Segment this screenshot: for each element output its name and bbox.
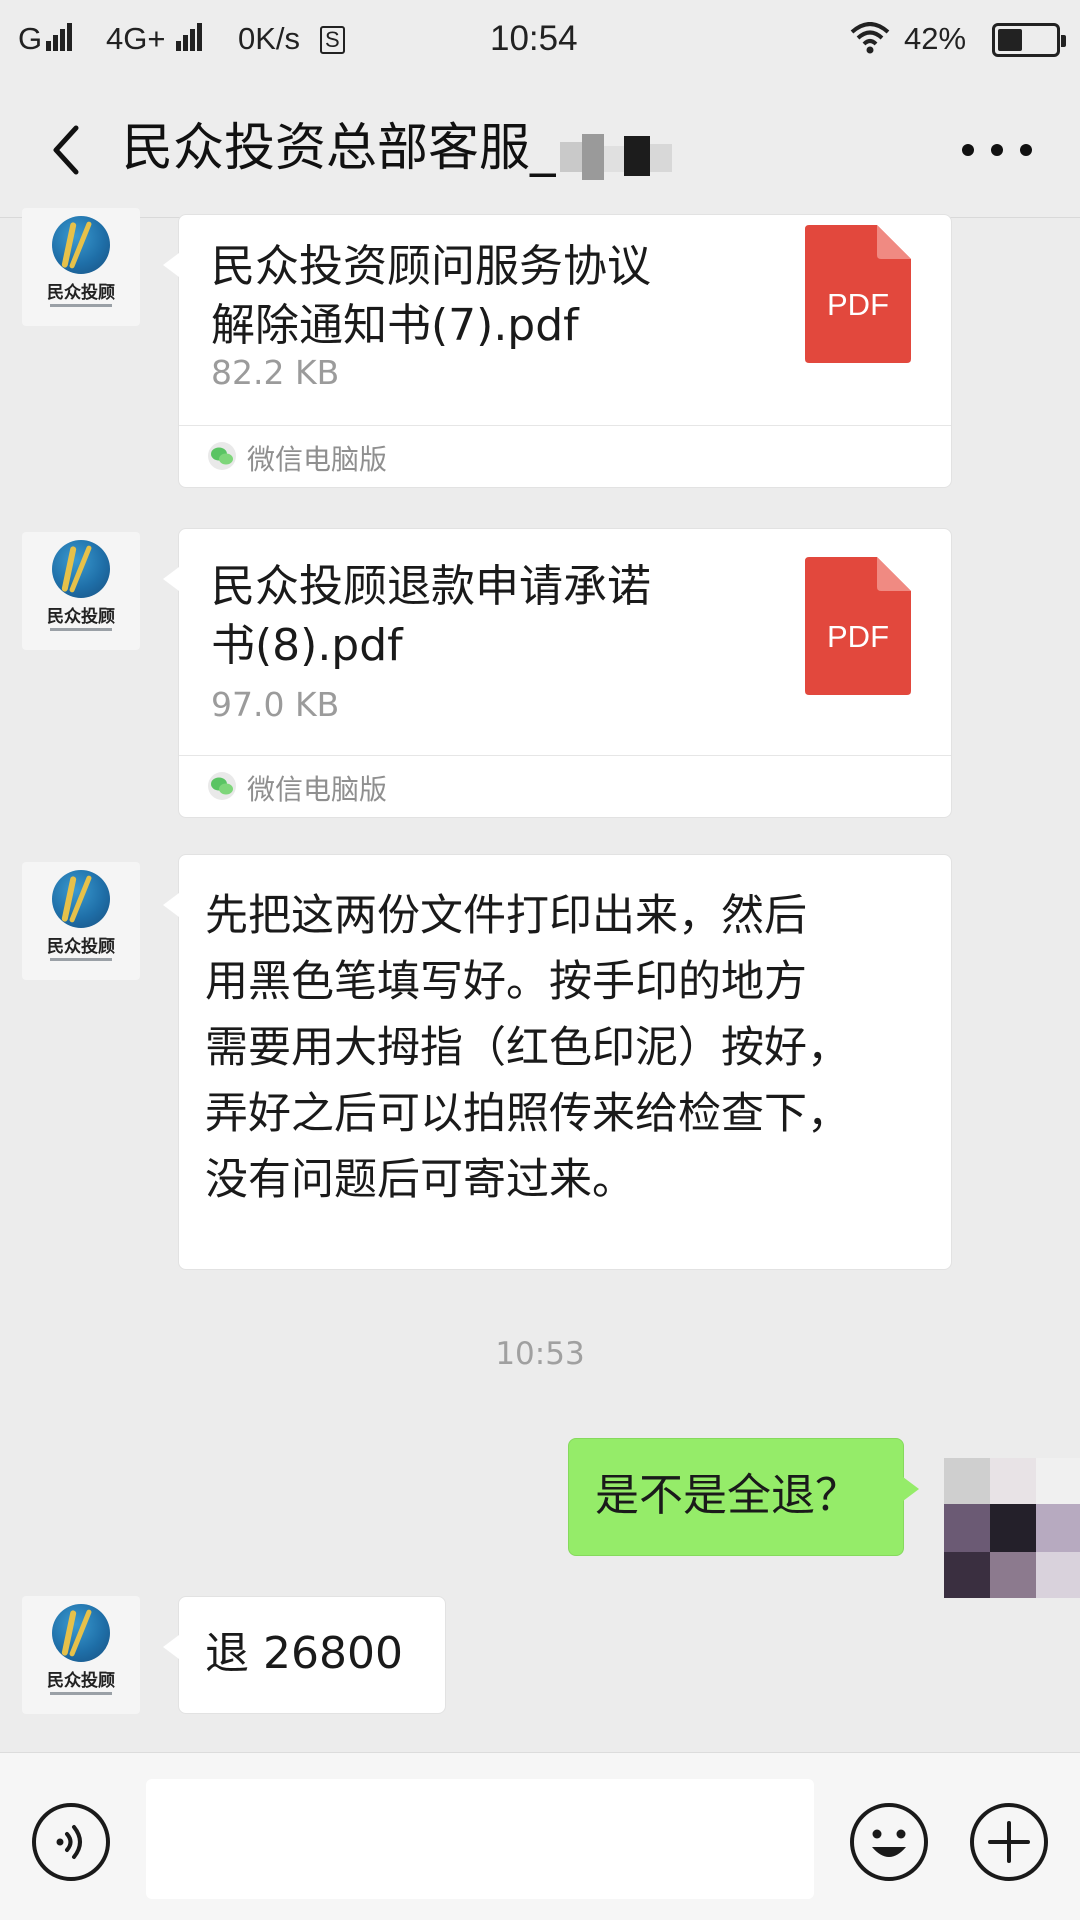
signal-icon-2 xyxy=(176,20,204,58)
file-source: 微信电脑版 xyxy=(179,755,951,817)
file-size: 97.0 KB xyxy=(211,685,340,724)
my-avatar[interactable] xyxy=(944,1458,1080,1598)
file-message[interactable]: 民众投资顾问服务协议 解除通知书(7).pdf 82.2 KB PDF 微信电脑… xyxy=(163,214,952,488)
pdf-icon: PDF xyxy=(805,557,911,695)
network-type-label: 4G+ xyxy=(106,21,166,56)
battery-percent: 42% xyxy=(904,21,967,56)
logo-globe-icon xyxy=(52,540,110,598)
text-message[interactable]: 先把这两份文件打印出来，然后 用黑色笔填写好。按手印的地方 需要用大拇指（红色印… xyxy=(163,854,952,1270)
file-name: 民众投顾退款申请承诺 书(8).pdf xyxy=(211,561,651,671)
input-bar xyxy=(0,1752,1080,1920)
net-speed-label: 0K/s xyxy=(238,21,301,56)
file-size: 82.2 KB xyxy=(211,353,340,392)
chevron-left-icon[interactable] xyxy=(40,120,100,180)
logo-globe-icon xyxy=(52,870,110,928)
signal-icon xyxy=(46,20,74,58)
battery-icon xyxy=(992,23,1066,57)
more-dots-icon[interactable] xyxy=(962,138,1032,162)
avatar[interactable]: 民众投顾 xyxy=(22,1596,140,1714)
pdf-icon: PDF xyxy=(805,225,911,363)
chat-title: 民众投资总部客服_ xyxy=(122,119,556,178)
clock: 10:54 xyxy=(490,19,578,58)
plus-icon[interactable] xyxy=(968,1801,1050,1883)
my-text-message[interactable]: 是不是全退？ xyxy=(568,1438,919,1556)
voice-icon[interactable] xyxy=(30,1801,112,1883)
avatar[interactable]: 民众投顾 xyxy=(22,208,140,326)
chat-header: 民众投资总部客服_ xyxy=(0,78,1080,218)
wechat-icon xyxy=(208,772,236,800)
status-bar: G 4G+ 0K/s S 10:54 42% xyxy=(0,0,1080,78)
carrier-label: G xyxy=(18,21,43,56)
avatar-label: 民众投顾 xyxy=(47,607,115,627)
text-message[interactable]: 退 26800 xyxy=(163,1596,446,1714)
avatar-label: 民众投顾 xyxy=(47,283,115,303)
message-text: 先把这两份文件打印出来，然后 用黑色笔填写好。按手印的地方 需要用大拇指（红色印… xyxy=(205,891,850,1205)
avatar-label: 民众投顾 xyxy=(47,937,115,957)
avatar[interactable]: 民众投顾 xyxy=(22,532,140,650)
emoji-icon[interactable] xyxy=(848,1801,930,1883)
svg-text:PDF: PDF xyxy=(827,287,889,322)
logo-globe-icon xyxy=(52,1604,110,1662)
file-name: 民众投资顾问服务协议 解除通知书(7).pdf xyxy=(211,241,651,351)
wechat-icon xyxy=(208,442,236,470)
timestamp: 10:53 xyxy=(495,1336,585,1372)
redacted-name xyxy=(560,134,672,180)
avatar-label: 民众投顾 xyxy=(47,1671,115,1691)
message-input[interactable] xyxy=(146,1779,814,1899)
file-message[interactable]: 民众投顾退款申请承诺 书(8).pdf 97.0 KB PDF 微信电脑版 xyxy=(163,528,952,818)
wifi-icon xyxy=(850,22,890,54)
file-source: 微信电脑版 xyxy=(179,425,951,487)
s-badge-icon: S xyxy=(316,20,345,58)
message-text: 是不是全退？ xyxy=(595,1470,859,1521)
message-text: 退 26800 xyxy=(205,1628,403,1679)
svg-text:PDF: PDF xyxy=(827,619,889,654)
avatar[interactable]: 民众投顾 xyxy=(22,862,140,980)
logo-globe-icon xyxy=(52,216,110,274)
